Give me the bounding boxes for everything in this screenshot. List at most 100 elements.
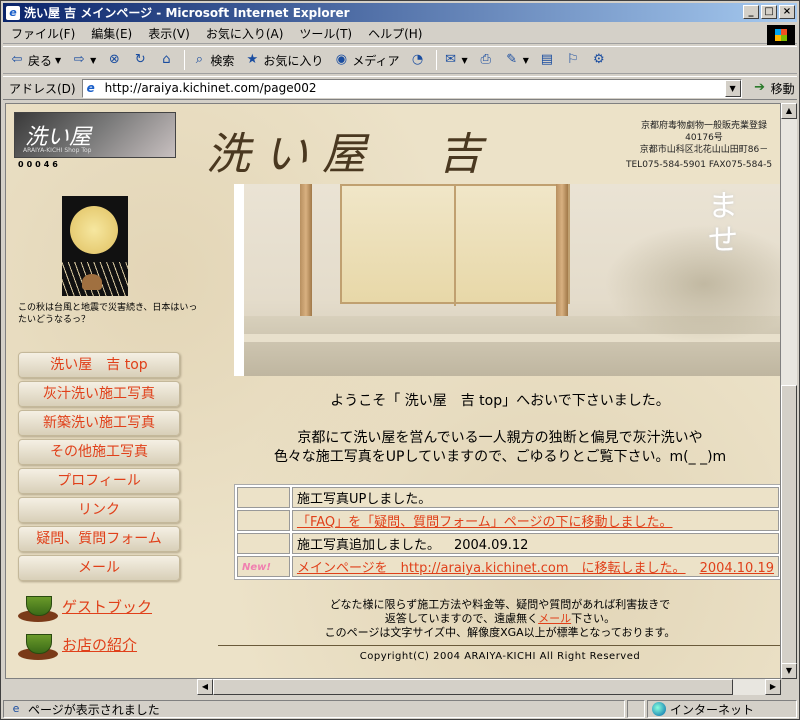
address-input[interactable]: e http://araiya.kichinet.com/page002 ▼ bbox=[81, 78, 742, 98]
nav-other-photos[interactable]: その他施工写真 bbox=[18, 439, 180, 465]
home-button[interactable]: ⌂ bbox=[158, 52, 174, 68]
news-row: 施工写真UPしました。 bbox=[237, 487, 779, 508]
horizontal-scrollbar[interactable]: ◀ ▶ bbox=[197, 679, 781, 695]
address-dropdown-button[interactable]: ▼ bbox=[724, 79, 741, 97]
discuss-button[interactable]: ▤ bbox=[539, 52, 555, 68]
menu-favorites[interactable]: お気に入り(A) bbox=[198, 25, 292, 42]
document-icon: ▤ bbox=[540, 52, 553, 67]
vertical-scrollbar[interactable]: ▲ ▼ bbox=[781, 103, 797, 679]
ie-logo-icon: e bbox=[6, 5, 20, 20]
minimize-button[interactable]: _ bbox=[743, 5, 759, 19]
messenger-button[interactable]: ⚐ bbox=[565, 52, 581, 68]
stop-button[interactable]: ⊗ bbox=[106, 52, 122, 68]
news-row: New! メインページを http://araiya.kichinet.com に… bbox=[237, 556, 779, 577]
status-message: e ページが表示されました bbox=[3, 700, 625, 718]
mail-button[interactable]: ✉ ▼ bbox=[443, 52, 468, 68]
scroll-up-button[interactable]: ▲ bbox=[781, 103, 797, 119]
nav-mail[interactable]: メール bbox=[18, 555, 180, 581]
go-arrow-icon: ➔ bbox=[754, 80, 766, 95]
nav-question-form[interactable]: 疑問、質問フォーム bbox=[18, 526, 180, 552]
favorites-button[interactable]: ★ お気に入り bbox=[244, 52, 324, 69]
vertical-scroll-thumb[interactable] bbox=[781, 385, 797, 675]
news-badge-cell bbox=[237, 510, 290, 531]
security-zone: インターネット bbox=[647, 700, 797, 718]
nav-links[interactable]: リンク bbox=[18, 497, 180, 523]
horizontal-scroll-thumb[interactable] bbox=[213, 679, 733, 695]
logo-subtext: ARAIYA-KICHI Shop Top bbox=[23, 147, 92, 154]
forward-button[interactable]: ⇨ ▼ bbox=[71, 52, 97, 68]
research-icon: ⚙ bbox=[593, 52, 605, 67]
media-icon: ◉ bbox=[335, 52, 348, 67]
footer-mail-link[interactable]: メール bbox=[538, 612, 571, 625]
photo-caption-kana: ま せ bbox=[708, 189, 738, 258]
go-button[interactable]: ➔ 移動 bbox=[752, 80, 794, 97]
research-button[interactable]: ⚙ bbox=[591, 52, 607, 68]
welcome-text: ようこそ「 洗い屋 吉 top」へおいで下さいました。 京都にて洗い屋を営んでい… bbox=[218, 392, 780, 467]
shop-address: 京都府毒物劇物一般販売業登録 40176号 京都市山科区北花山山田町86－ TE… bbox=[626, 120, 780, 171]
refresh-button[interactable]: ↻ bbox=[132, 52, 148, 68]
edit-button[interactable]: ✎ ▼ bbox=[504, 52, 529, 68]
page-done-icon: e bbox=[12, 702, 20, 715]
news-badge-cell bbox=[237, 533, 290, 554]
forward-arrow-icon: ⇨ bbox=[73, 52, 85, 67]
news-date: 2004.09.12 bbox=[453, 538, 529, 553]
tea-cup-icon bbox=[18, 628, 58, 660]
nav-akuarai-photos[interactable]: 灰汁洗い施工写真 bbox=[18, 381, 180, 407]
toolbar-separator bbox=[184, 50, 186, 70]
copyright: Copyright(C) 2004 ARAIYA-KICHI All Right… bbox=[359, 651, 641, 662]
intro-line-2: 色々な施工写真をUPしていますので、ごゆるりとご覧下さい。m(_ _)m bbox=[273, 449, 727, 465]
title-bar: e 洗い屋 吉 メインページ - Microsoft Internet Expl… bbox=[3, 3, 797, 22]
scroll-left-button[interactable]: ◀ bbox=[197, 679, 213, 695]
nav-profile[interactable]: プロフィール bbox=[18, 468, 180, 494]
scroll-down-button[interactable]: ▼ bbox=[781, 663, 797, 679]
search-button[interactable]: ⌕ 検索 bbox=[191, 52, 235, 69]
window-title: 洗い屋 吉 メインページ - Microsoft Internet Explor… bbox=[24, 6, 350, 20]
menu-bar: ファイル(F) 編集(E) 表示(V) お気に入り(A) ツール(T) ヘルプ(… bbox=[3, 24, 797, 44]
favorites-folder-icon: ★ bbox=[246, 52, 259, 67]
intro-line-1: 京都にて洗い屋を営んでいる一人親方の独断と偏見で灰汁洗いや bbox=[297, 430, 703, 446]
news-link[interactable]: メインページを http://araiya.kichinet.com に移転しま… bbox=[297, 561, 686, 576]
internet-zone-icon bbox=[652, 702, 666, 716]
news-text-cell: 「FAQ」を「疑問、質問フォーム」ページの下に移動しました。 bbox=[291, 510, 779, 531]
news-link[interactable]: 「FAQ」を「疑問、質問フォーム」ページの下に移動しました。 bbox=[297, 515, 673, 530]
tea-cup-icon bbox=[18, 590, 58, 622]
nav-top[interactable]: 洗い屋 吉 top bbox=[18, 352, 180, 378]
menu-view[interactable]: 表示(V) bbox=[140, 25, 198, 42]
menu-tools[interactable]: ツール(T) bbox=[291, 25, 360, 42]
nav-new-build-photos[interactable]: 新築洗い施工写真 bbox=[18, 410, 180, 436]
visitor-counter: 00046 bbox=[18, 160, 61, 169]
site-logo[interactable]: 洗い屋 ARAIYA-KICHI Shop Top bbox=[14, 112, 176, 158]
shop-intro-link[interactable]: お店の紹介 bbox=[18, 628, 137, 660]
toolbar: ⇦ 戻る ▼ ⇨ ▼ ⊗ ↻ ⌂ ⌕ 検索 ★ お気に入り ◉ メディア ◔ ✉ ▼ ⎙ ✎ ▼… bbox=[3, 46, 797, 74]
messenger-icon: ⚐ bbox=[567, 52, 579, 67]
welcome-heading: ようこそ「 洗い屋 吉 top」へおいで下さいました。 bbox=[330, 393, 670, 409]
toolbar-separator bbox=[435, 50, 437, 70]
news-badge-cell bbox=[237, 487, 290, 508]
media-button[interactable]: ◉ メディア bbox=[333, 52, 400, 69]
history-icon: ◔ bbox=[411, 52, 424, 67]
mail-icon: ✉ bbox=[445, 52, 456, 67]
news-text: 施工写真UPしました。 bbox=[296, 492, 432, 507]
stop-icon: ⊗ bbox=[108, 52, 120, 67]
print-button[interactable]: ⎙ bbox=[478, 52, 494, 68]
menu-file[interactable]: ファイル(F) bbox=[3, 25, 83, 42]
side-nav: 洗い屋 吉 top 灰汁洗い施工写真 新築洗い施工写真 その他施工写真 プロフィ… bbox=[18, 352, 180, 584]
page-viewport: 洗い屋 ARAIYA-KICHI Shop Top 00046 洗い屋 吉 京都… bbox=[5, 103, 781, 679]
status-bar: e ページが表示されました インターネット bbox=[3, 699, 797, 719]
page-title: 洗い屋 吉 bbox=[206, 129, 496, 180]
address-label: アドレス(D) bbox=[9, 81, 76, 96]
moon-rabbit-image bbox=[62, 196, 128, 296]
news-date[interactable]: 2004.10.19 bbox=[700, 561, 774, 576]
menu-edit[interactable]: 編集(E) bbox=[83, 25, 140, 42]
guestbook-link[interactable]: ゲストブック bbox=[18, 590, 152, 622]
maximize-button[interactable]: □ bbox=[761, 5, 777, 19]
status-panel bbox=[627, 700, 645, 718]
back-button[interactable]: ⇦ 戻る ▼ bbox=[9, 52, 62, 69]
news-row: 「FAQ」を「疑問、質問フォーム」ページの下に移動しました。 bbox=[237, 510, 779, 531]
footer-line-2: 返答していますので、遠慮無くメール下さい。 bbox=[384, 612, 616, 625]
menu-help[interactable]: ヘルプ(H) bbox=[360, 25, 430, 42]
news-text-cell: 施工写真追加しました。 2004.09.12 bbox=[291, 533, 779, 554]
history-button[interactable]: ◔ bbox=[410, 52, 426, 68]
close-button[interactable]: × bbox=[779, 5, 795, 19]
scroll-right-button[interactable]: ▶ bbox=[765, 679, 781, 695]
